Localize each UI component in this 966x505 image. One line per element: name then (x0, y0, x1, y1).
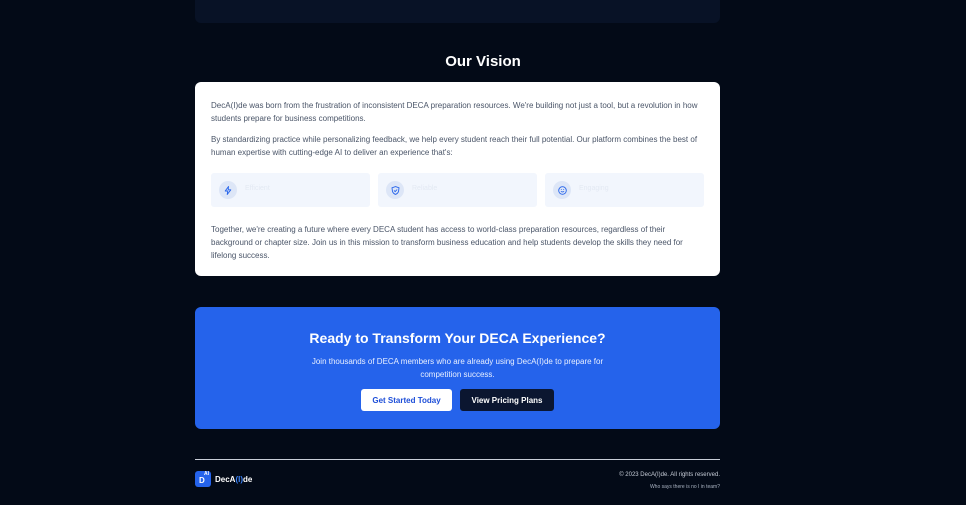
footer-divider (195, 459, 720, 460)
logo-wordmark: DecA(I)de (215, 475, 252, 484)
feature-card: Reliable (378, 173, 537, 207)
feature-card: Efficient (211, 173, 370, 207)
vision-paragraph: By standardizing practice while personal… (211, 135, 698, 157)
logo-badge-sup: AI (204, 471, 209, 477)
footer-tagline: Who says there is no I in team? (649, 484, 720, 490)
smile-icon (553, 181, 571, 199)
logo-suffix: de (243, 474, 253, 484)
logo-badge-icon: D AI (195, 471, 211, 487)
cta-title: Ready to Transform Your DECA Experience? (309, 330, 606, 346)
feature-list: Efficient Reliable Engaging (211, 173, 704, 207)
vision-card: DecA(I)de was born from the frustration … (195, 82, 720, 276)
footer-logo[interactable]: D AI DecA(I)de (195, 471, 252, 487)
logo-prefix: DecA (215, 474, 236, 484)
feature-label: Engaging (579, 185, 609, 192)
feature-card: Engaging (545, 173, 704, 207)
logo-badge-letter: D (199, 476, 205, 485)
logo-highlight: (I) (235, 474, 244, 484)
get-started-button[interactable]: Get Started Today (361, 389, 452, 411)
section-title: Our Vision (445, 53, 521, 70)
lightning-icon (219, 181, 237, 199)
view-pricing-button[interactable]: View Pricing Plans (460, 389, 554, 411)
vision-paragraph: DecA(I)de was born from the frustration … (211, 101, 698, 123)
previous-section-card (195, 0, 720, 23)
feature-label: Reliable (412, 185, 438, 192)
vision-paragraph: Together, we're creating a future where … (211, 225, 683, 260)
feature-label: Efficient (245, 185, 270, 192)
shield-icon (386, 181, 404, 199)
cta-banner: Ready to Transform Your DECA Experience?… (195, 307, 720, 429)
copyright-text: © 2023 DecA(I)de. All rights reserved. (619, 472, 720, 478)
cta-subtitle: Join thousands of DECA members who are a… (311, 357, 604, 379)
